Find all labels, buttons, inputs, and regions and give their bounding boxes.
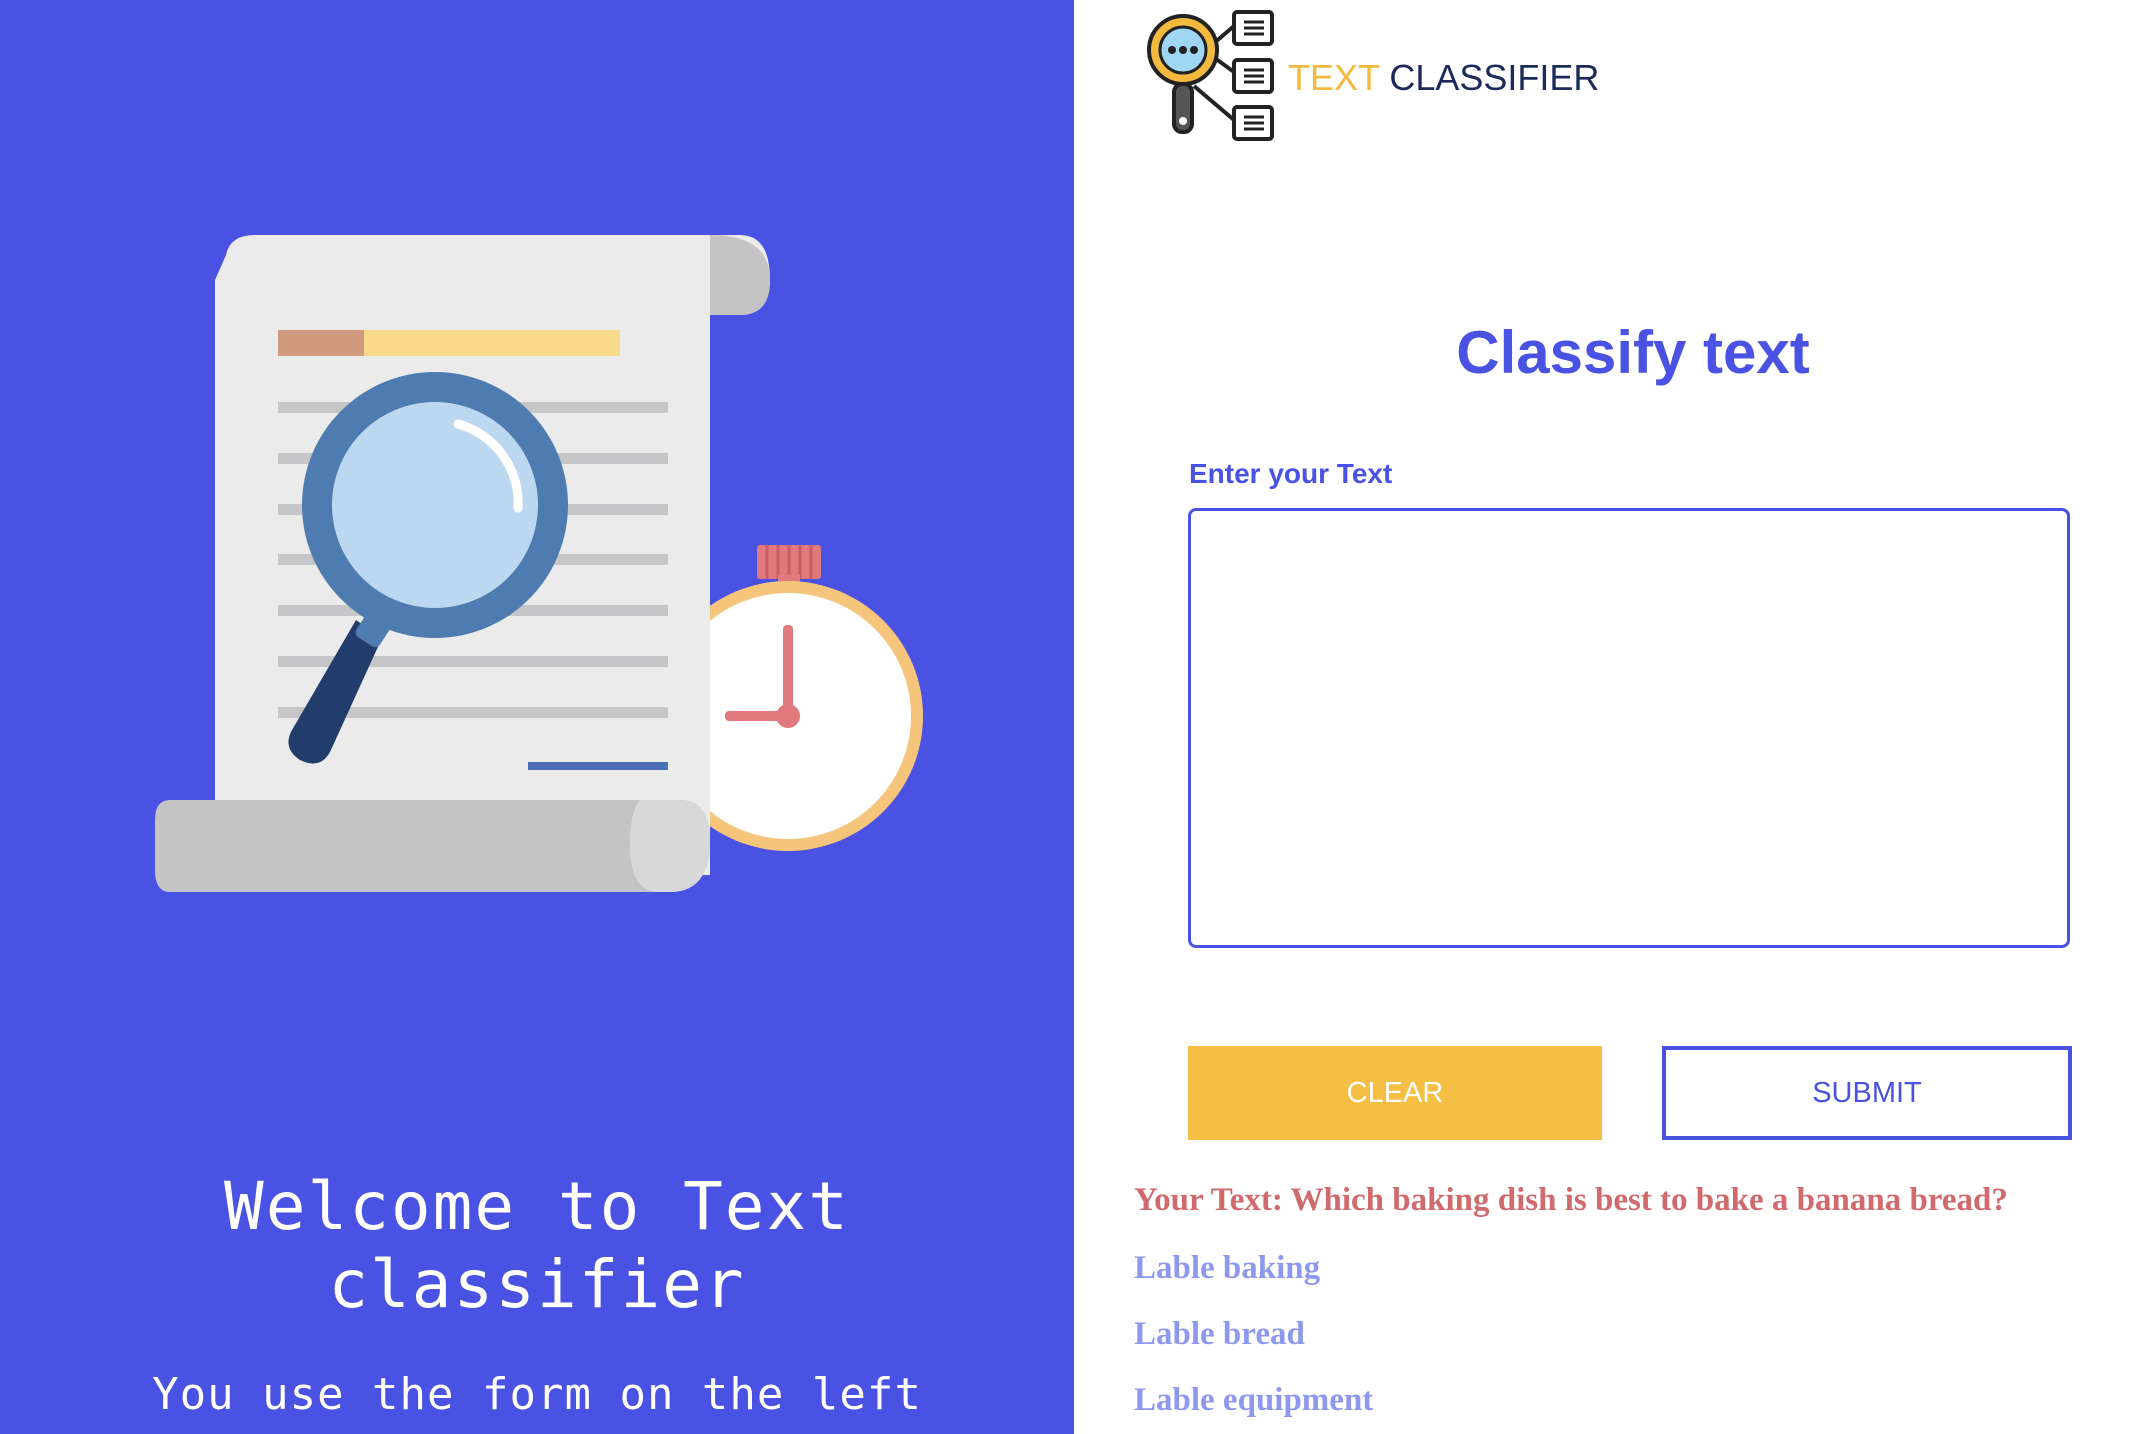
brand-header: TEXT CLASSIFIER: [1144, 8, 1599, 142]
form-title: Classify text: [1456, 319, 1810, 386]
clear-button[interactable]: CLEAR: [1188, 1046, 1602, 1140]
welcome-subtitle: You use the form on the left: [152, 1369, 922, 1420]
welcome-title-line2: classifier: [328, 1246, 746, 1323]
classifier-form-panel: TEXT CLASSIFIER Classify text Enter your…: [1074, 0, 2152, 1434]
text-input-label: Enter your Text: [1189, 458, 1393, 489]
welcome-title-line1: Welcome to Text: [223, 1168, 851, 1245]
result-text: Your Text: Which baking dish is best to …: [1134, 1182, 2008, 1218]
brand-name: TEXT CLASSIFIER: [1288, 57, 1599, 99]
submit-button[interactable]: SUBMIT: [1662, 1046, 2072, 1140]
magnifier-document-icon: [1147, 10, 1274, 141]
result-label-item: Lable bread: [1134, 1316, 1305, 1352]
result-label-item: Lable baking: [1134, 1250, 1321, 1286]
result-label-item: Lable equipment: [1134, 1382, 1374, 1418]
brand-name-part2: CLASSIFIER: [1389, 57, 1600, 98]
page: Welcome to Text classifier You use the f…: [0, 0, 2152, 1434]
document-search-illustration: [155, 235, 923, 892]
welcome-panel: Welcome to Text classifier You use the f…: [0, 0, 1074, 1434]
text-input[interactable]: [1188, 508, 2070, 948]
welcome-title: Welcome to Text classifier: [0, 1168, 1074, 1324]
brand-name-part1: TEXT: [1288, 57, 1380, 98]
